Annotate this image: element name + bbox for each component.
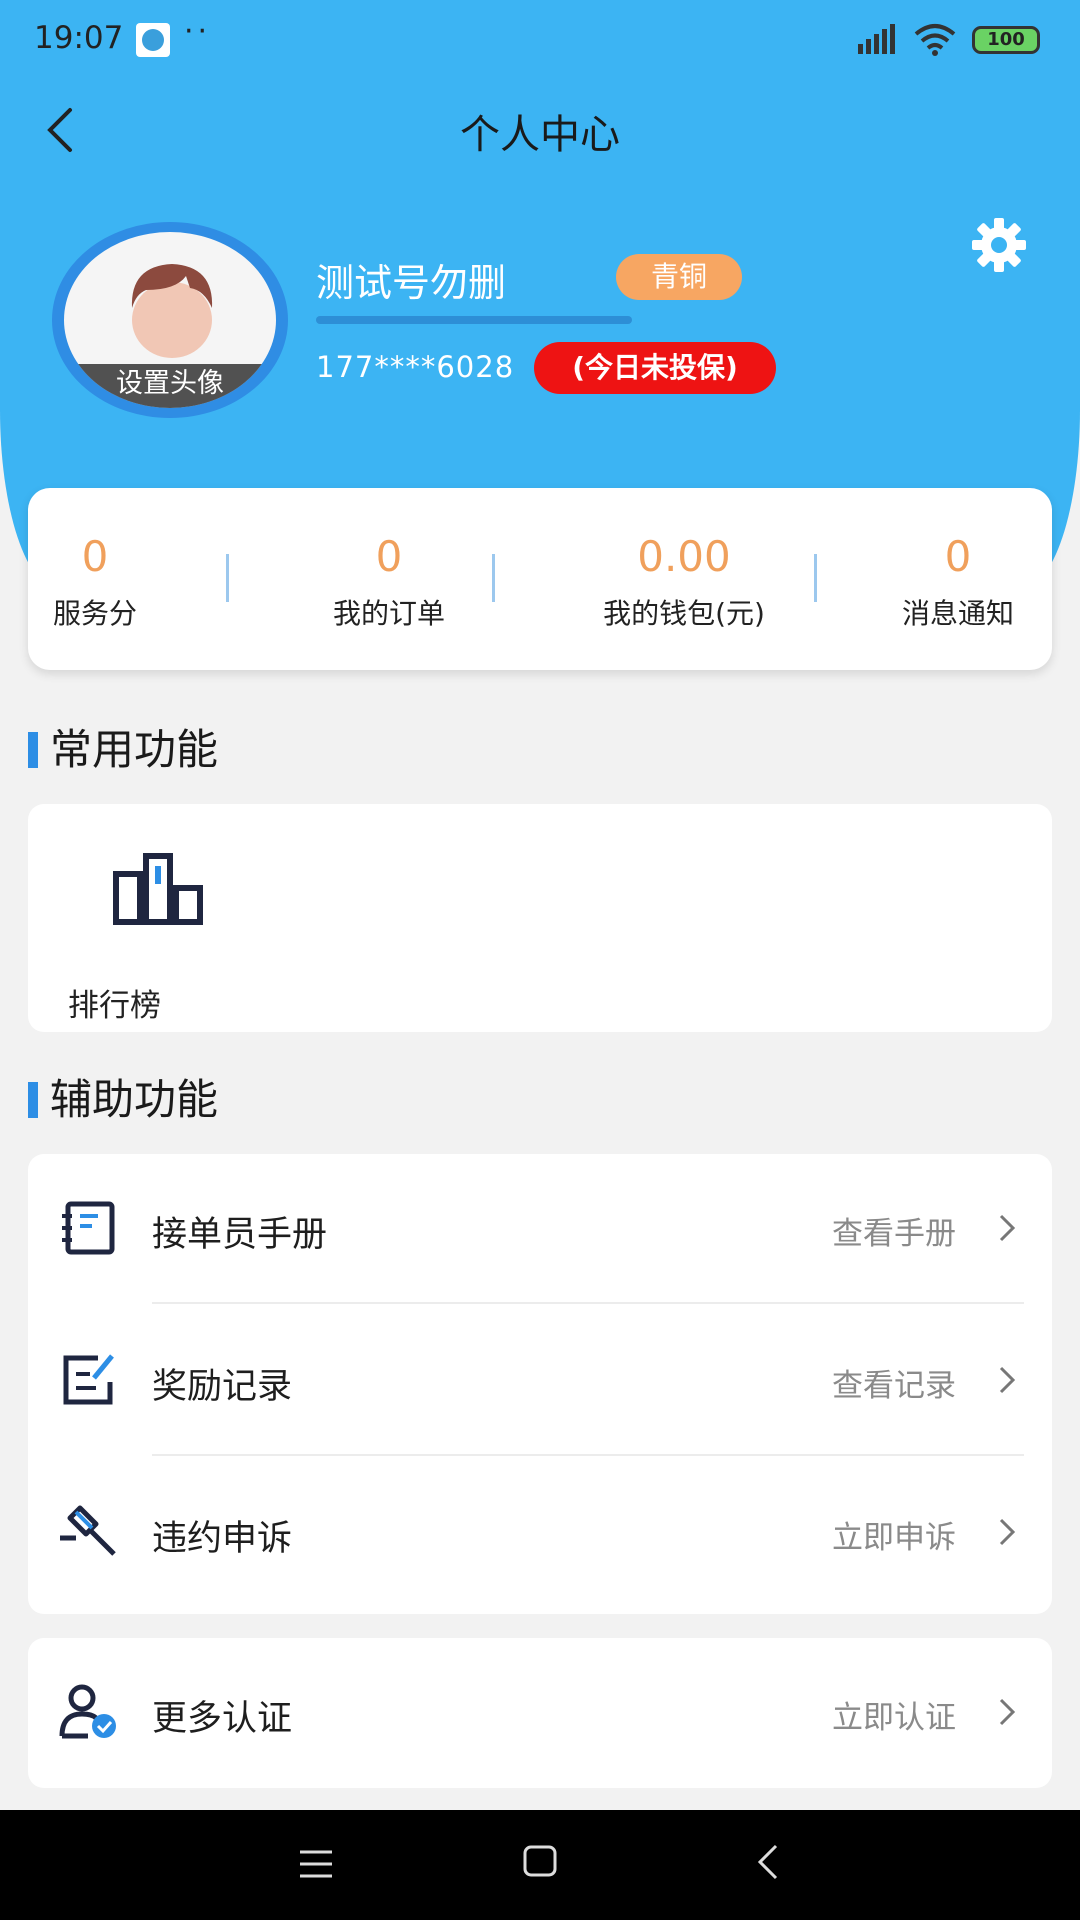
stat-my-orders[interactable]: 0 我的订单 [264,488,514,670]
wifi-icon [914,24,956,56]
list-item-action: 查看手册 [832,1216,956,1252]
menu-icon[interactable] [298,1846,334,1882]
stats-card: 0 服务分 0 我的订单 0.00 我的钱包(元) 0 消息通知 [28,488,1052,670]
stat-divider [226,554,229,602]
stat-label: 我的订单 [332,597,445,630]
stat-label: 消息通知 [901,597,1014,630]
list-item-label: 更多认证 [152,1699,293,1739]
stat-divider [814,554,817,602]
gavel-icon [60,1505,116,1556]
chevron-right-icon [999,1214,1016,1242]
assist-functions-card: 接单员手册 查看手册 奖励记录 查看记录 违约申诉 立即申诉 [28,1154,1052,1614]
more-functions-card: 更多认证 立即认证 [28,1638,1052,1788]
stat-label: 服务分 [52,597,137,630]
row-divider [152,1302,1024,1304]
system-navigation-bar [0,1810,1080,1920]
status-bar: 19:07 ·· 100 [0,0,1080,80]
chevron-right-icon [999,1518,1016,1546]
default-avatar-icon [131,264,213,358]
stat-value: 0.00 [637,532,731,581]
user-verify-icon [59,1684,116,1739]
list-item-rewards[interactable]: 奖励记录 查看记录 [28,1306,1052,1456]
stat-my-wallet[interactable]: 0.00 我的钱包(元) [528,488,840,670]
section-title-text: 辅助功能 [50,1075,219,1124]
username-underline [316,316,632,324]
list-item-label: 奖励记录 [152,1367,293,1407]
manual-icon [62,1201,115,1255]
chevron-right-icon [999,1698,1016,1726]
gear-icon[interactable] [970,216,1028,274]
page-title: 个人中心 [460,112,620,158]
level-badge: 青铜 [616,254,742,300]
avatar-caption[interactable]: 设置头像 [64,364,276,408]
ranking-item[interactable]: 排行榜 [68,852,208,1024]
ranking-icon [113,853,203,925]
section-title-common: 常用功能 [28,716,218,777]
avatar[interactable]: 设置头像 [52,222,288,418]
stat-label: 我的钱包(元) [603,597,765,630]
list-item-action: 立即申诉 [832,1520,956,1556]
insurance-status-badge[interactable]: (今日未投保) [534,342,776,394]
list-item-label: 违约申诉 [152,1519,293,1559]
stat-value: 0 [375,532,403,581]
ranking-label: 排行榜 [68,988,161,1024]
home-icon[interactable] [522,1844,558,1878]
stat-service-score[interactable]: 0 服务分 [28,488,162,670]
stat-divider [492,554,495,602]
common-functions-card: 排行榜 [28,804,1052,1032]
phone-number: 177****6028 [316,350,515,384]
list-item-action: 查看记录 [832,1368,956,1404]
battery-icon: 100 [972,26,1040,54]
stat-messages[interactable]: 0 消息通知 [870,488,1046,670]
section-title-bar [28,1082,38,1118]
stat-value: 0 [81,532,109,581]
nav-bar: 个人中心 [0,90,1080,170]
status-more-dots: ·· [184,14,212,49]
chevron-right-icon [999,1366,1016,1394]
list-item-appeal[interactable]: 违约申诉 立即申诉 [28,1458,1052,1608]
list-item-action: 立即认证 [832,1700,956,1736]
signal-icon [858,24,895,54]
section-title-text: 常用功能 [50,725,219,774]
section-title-assist: 辅助功能 [28,1066,218,1127]
system-back-icon[interactable] [756,1842,780,1882]
list-item-manual[interactable]: 接单员手册 查看手册 [28,1154,1052,1304]
reward-record-icon [63,1354,114,1405]
username: 测试号勿删 [316,261,507,305]
avatar-image: 设置头像 [64,232,276,408]
app-notification-icon [136,23,170,57]
status-time: 19:07 [34,20,124,56]
list-item-more-verification[interactable]: 更多认证 立即认证 [28,1638,1052,1788]
stat-value: 0 [944,532,972,581]
section-title-bar [28,732,38,768]
row-divider [152,1454,1024,1456]
list-item-label: 接单员手册 [152,1215,328,1255]
